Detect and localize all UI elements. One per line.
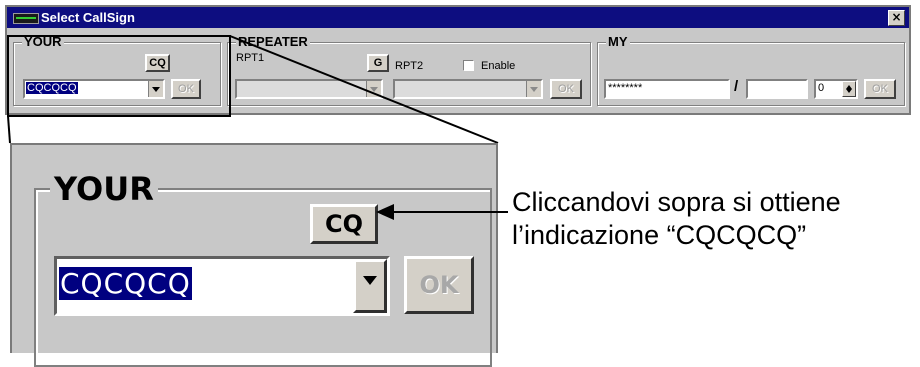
annotation-text: Cliccandovi sopra si ottiene l’indicazio…: [512, 186, 841, 252]
annotation-line-1: Cliccandovi sopra si ottiene: [512, 187, 841, 217]
annotation-line-2: l’indicazione “CQCQCQ”: [512, 220, 807, 250]
annotation-arrow: [376, 204, 508, 220]
arrow-head-icon: [376, 204, 394, 220]
